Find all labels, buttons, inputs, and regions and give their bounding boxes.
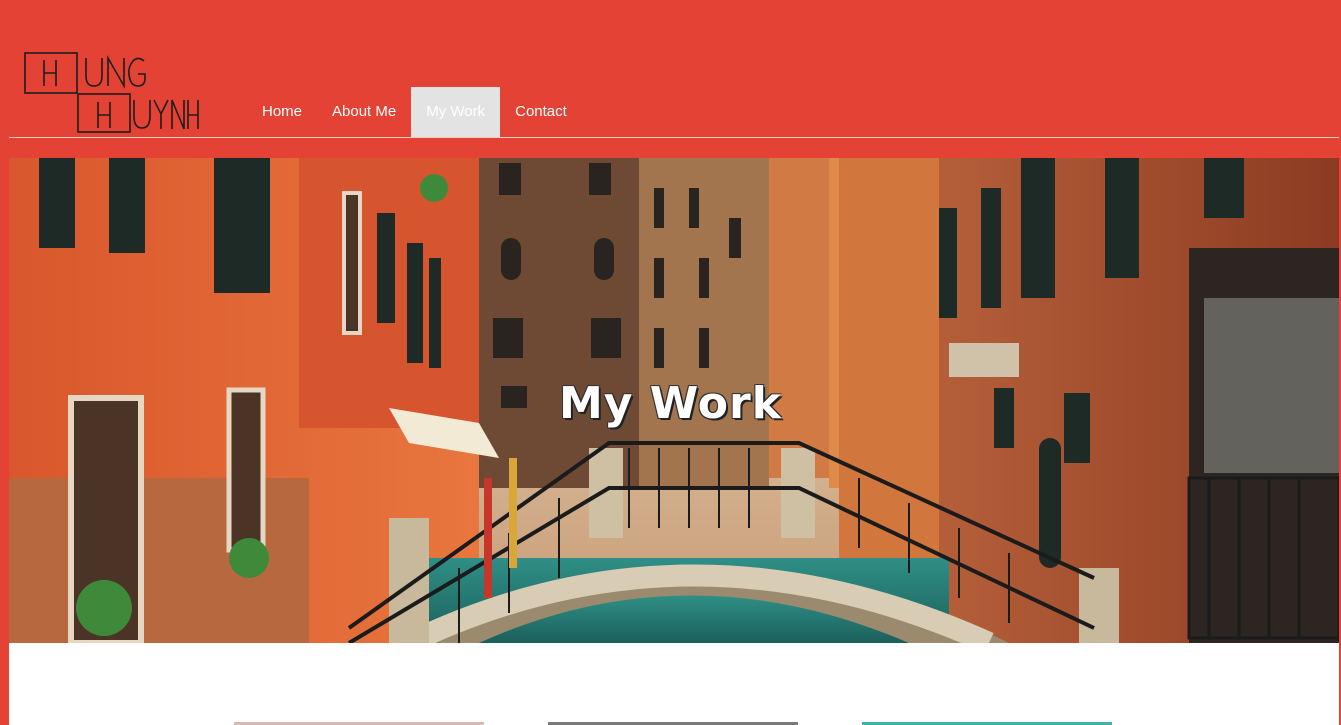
logo-mark <box>24 52 199 133</box>
main-nav: Home About Me My Work Contact <box>247 87 582 137</box>
nav-about-me[interactable]: About Me <box>317 87 411 137</box>
hero-title: My Work <box>559 378 782 429</box>
nav-contact[interactable]: Contact <box>500 87 582 137</box>
site-logo[interactable] <box>24 52 199 134</box>
header-divider <box>9 137 1339 138</box>
nav-my-work[interactable]: My Work <box>411 87 501 137</box>
content-section <box>9 643 1339 725</box>
nav-home[interactable]: Home <box>247 87 317 137</box>
page: Home About Me My Work Contact My Work <box>0 0 1341 725</box>
